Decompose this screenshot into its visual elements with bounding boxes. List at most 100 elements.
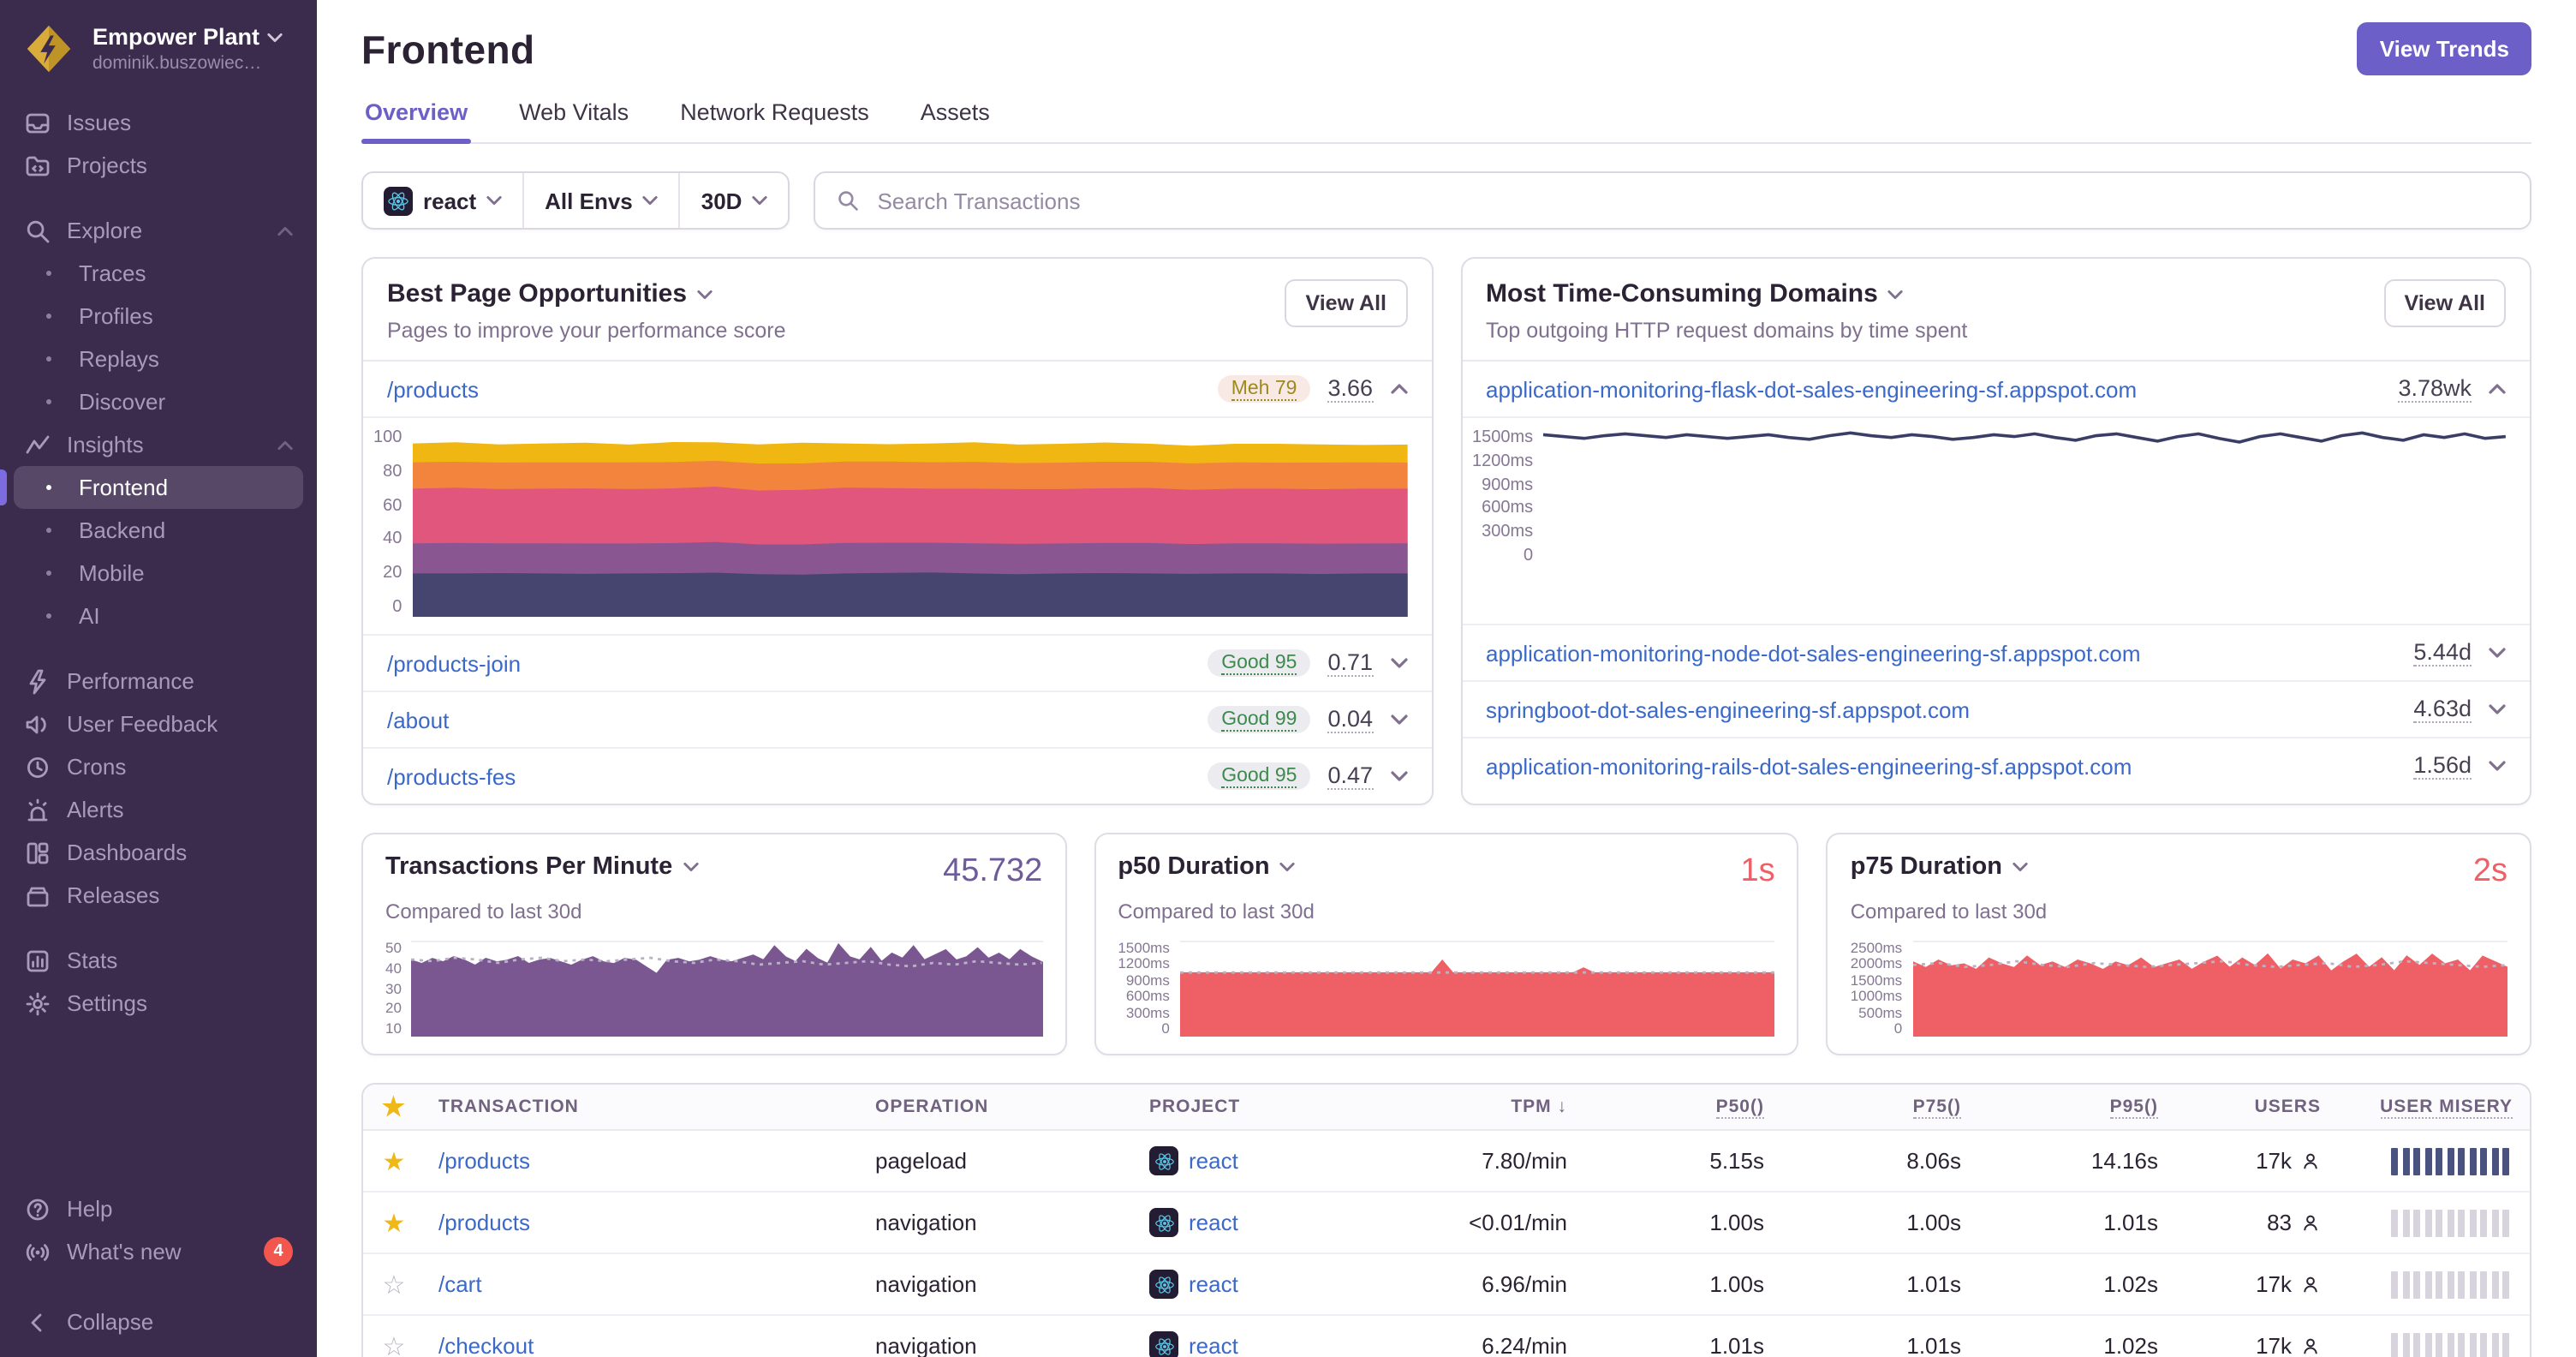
- page-row-products-fes[interactable]: /products-fes Good 95 0.47: [363, 749, 1431, 804]
- chevron-up-icon[interactable]: [277, 225, 293, 236]
- table-row[interactable]: ★ /products navigation react <0.01/min 1…: [363, 1193, 2530, 1254]
- time-spent-value[interactable]: 1.56d: [2413, 752, 2472, 780]
- sidebar-item-mobile[interactable]: Mobile: [14, 552, 303, 595]
- col-transaction[interactable]: TRANSACTION: [425, 1097, 862, 1117]
- view-all-button[interactable]: View All: [2383, 279, 2506, 327]
- star-icon[interactable]: ★: [363, 1207, 425, 1238]
- project-cell[interactable]: react: [1136, 1270, 1410, 1299]
- star-icon[interactable]: ★: [363, 1145, 425, 1176]
- domain-row-springboot[interactable]: springboot-dot-sales-engineering-sf.apps…: [1462, 682, 2530, 738]
- domain-link[interactable]: application-monitoring-flask-dot-sales-e…: [1486, 376, 2137, 402]
- card-title[interactable]: Best Page Opportunities: [387, 279, 687, 308]
- transaction-link[interactable]: /checkout: [438, 1333, 534, 1357]
- page-link[interactable]: /products-join: [387, 650, 521, 676]
- project-link[interactable]: react: [1189, 1148, 1238, 1174]
- chevron-down-icon[interactable]: [683, 862, 698, 872]
- chevron-down-icon[interactable]: [2489, 704, 2506, 714]
- sidebar-item-profiles[interactable]: Profiles: [14, 295, 303, 338]
- col-p75[interactable]: P75(): [1778, 1097, 1975, 1119]
- sidebar-item-performance[interactable]: Performance: [14, 660, 303, 702]
- col-project[interactable]: PROJECT: [1136, 1097, 1410, 1117]
- transaction-link[interactable]: /products: [438, 1210, 530, 1235]
- project-cell[interactable]: react: [1136, 1146, 1410, 1175]
- metric-title[interactable]: Transactions Per Minute: [385, 853, 672, 881]
- tab-web-vitals[interactable]: Web Vitals: [516, 99, 632, 142]
- page-link[interactable]: /products: [387, 376, 479, 402]
- sidebar-collapse-button[interactable]: Collapse: [14, 1300, 303, 1343]
- chevron-down-icon[interactable]: [1390, 771, 1407, 781]
- sidebar-item-frontend[interactable]: Frontend: [0, 466, 303, 509]
- sidebar-item-dashboards[interactable]: Dashboards: [14, 831, 303, 874]
- sidebar-item-whats-new[interactable]: What's new 4: [14, 1230, 303, 1273]
- project-cell[interactable]: react: [1136, 1208, 1410, 1237]
- chevron-down-icon[interactable]: [2489, 648, 2506, 658]
- card-title[interactable]: Most Time-Consuming Domains: [1486, 279, 1878, 308]
- table-row[interactable]: ★ /products pageload react 7.80/min 5.15…: [363, 1131, 2530, 1193]
- sidebar-item-crons[interactable]: Crons: [14, 745, 303, 788]
- project-link[interactable]: react: [1189, 1210, 1238, 1235]
- sidebar-item-replays[interactable]: Replays: [14, 338, 303, 380]
- sidebar-item-alerts[interactable]: Alerts: [14, 788, 303, 831]
- sidebar-item-user-feedback[interactable]: User Feedback: [14, 702, 303, 745]
- sidebar-item-stats[interactable]: Stats: [14, 939, 303, 982]
- sidebar-item-settings[interactable]: Settings: [14, 982, 303, 1025]
- col-tpm-sorted[interactable]: TPM ↓: [1410, 1097, 1581, 1117]
- area-chart[interactable]: [411, 941, 1043, 1037]
- opportunity-score[interactable]: 0.04: [1327, 706, 1373, 733]
- date-range-filter[interactable]: 30D: [681, 173, 789, 228]
- chevron-up-icon[interactable]: [1390, 384, 1407, 394]
- opportunity-score[interactable]: 0.71: [1327, 649, 1373, 677]
- col-user-misery[interactable]: USER MISERY: [2334, 1097, 2526, 1119]
- col-p50[interactable]: P50(): [1581, 1097, 1778, 1119]
- transaction-link[interactable]: /cart: [438, 1271, 482, 1297]
- project-filter[interactable]: react: [363, 173, 525, 228]
- chevron-down-icon[interactable]: [2489, 761, 2506, 771]
- project-link[interactable]: react: [1189, 1271, 1238, 1297]
- domain-row-flask[interactable]: application-monitoring-flask-dot-sales-e…: [1462, 362, 2530, 418]
- time-spent-value[interactable]: 4.63d: [2413, 696, 2472, 723]
- metric-title[interactable]: p50 Duration: [1118, 853, 1269, 881]
- tab-overview[interactable]: Overview: [361, 99, 472, 144]
- sidebar-item-ai[interactable]: AI: [14, 595, 303, 637]
- view-all-button[interactable]: View All: [1285, 279, 1407, 327]
- project-link[interactable]: react: [1189, 1333, 1238, 1357]
- chevron-up-icon[interactable]: [2489, 384, 2506, 394]
- score-badge[interactable]: Meh 79: [1217, 375, 1311, 403]
- domain-row-rails[interactable]: application-monitoring-rails-dot-sales-e…: [1462, 738, 2530, 793]
- sidebar-item-releases[interactable]: Releases: [14, 874, 303, 917]
- environment-filter[interactable]: All Envs: [524, 173, 681, 228]
- chevron-down-icon[interactable]: [697, 289, 713, 299]
- domain-link[interactable]: application-monitoring-node-dot-sales-en…: [1486, 640, 2141, 666]
- domain-link[interactable]: application-monitoring-rails-dot-sales-e…: [1486, 753, 2132, 779]
- time-spent-value[interactable]: 5.44d: [2413, 639, 2472, 667]
- domain-row-node[interactable]: application-monitoring-node-dot-sales-en…: [1462, 625, 2530, 682]
- sidebar-item-traces[interactable]: Traces: [14, 252, 303, 295]
- page-row-products[interactable]: /products Meh 79 3.66: [363, 362, 1431, 418]
- col-operation[interactable]: OPERATION: [862, 1097, 1136, 1117]
- opportunity-score[interactable]: 0.47: [1327, 762, 1373, 790]
- chevron-down-icon[interactable]: [1390, 658, 1407, 668]
- chevron-down-icon[interactable]: [1390, 714, 1407, 725]
- stacked-area-chart[interactable]: [412, 428, 1407, 617]
- table-row[interactable]: ☆ /checkout navigation react 6.24/min 1.…: [363, 1316, 2530, 1357]
- col-p95[interactable]: P95(): [1975, 1097, 2172, 1119]
- sidebar-item-help[interactable]: Help: [14, 1187, 303, 1230]
- line-chart[interactable]: [1543, 428, 2506, 565]
- page-row-about[interactable]: /about Good 99 0.04: [363, 692, 1431, 749]
- sidebar-section-insights[interactable]: Insights: [14, 423, 303, 466]
- sidebar-item-backend[interactable]: Backend: [14, 509, 303, 552]
- table-row[interactable]: ☆ /cart navigation react 6.96/min 1.00s …: [363, 1254, 2530, 1316]
- domain-link[interactable]: springboot-dot-sales-engineering-sf.apps…: [1486, 696, 1970, 722]
- tab-network-requests[interactable]: Network Requests: [677, 99, 873, 142]
- search-transactions-input[interactable]: [874, 186, 2509, 215]
- chevron-down-icon[interactable]: [2012, 862, 2028, 872]
- project-cell[interactable]: react: [1136, 1331, 1410, 1357]
- transaction-link[interactable]: /products: [438, 1148, 530, 1174]
- chevron-down-icon[interactable]: [1279, 862, 1296, 872]
- time-spent-value[interactable]: 3.78wk: [2398, 375, 2472, 403]
- page-link[interactable]: /about: [387, 707, 449, 732]
- score-badge[interactable]: Good 95: [1208, 649, 1311, 677]
- col-users[interactable]: USERS: [2172, 1097, 2334, 1117]
- chevron-down-icon[interactable]: [1888, 289, 1904, 299]
- area-chart[interactable]: [1912, 941, 2508, 1037]
